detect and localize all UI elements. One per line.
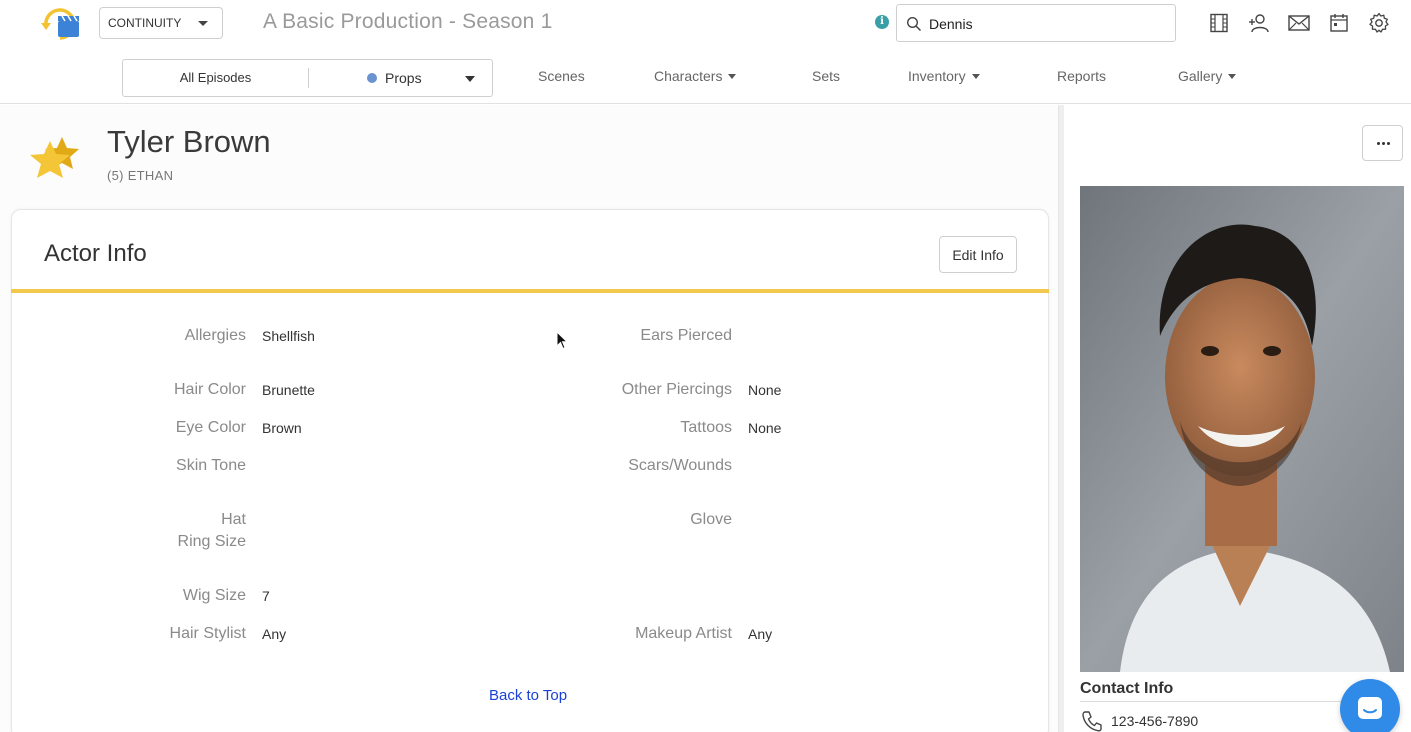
field-label-allergies: Allergies	[184, 327, 246, 344]
dot	[1387, 142, 1390, 145]
chat-icon	[1358, 697, 1382, 719]
actor-headshot[interactable]	[1080, 186, 1404, 672]
nav-inventory[interactable]: Inventory	[908, 68, 980, 84]
field-value-tattoos: None	[748, 420, 782, 436]
nav-sets-label: Sets	[812, 68, 841, 84]
nav-gallery-label: Gallery	[1178, 68, 1223, 84]
filter-divider	[308, 68, 309, 88]
field-label-hat: Hat	[221, 511, 246, 528]
contact-info-heading: Contact Info	[1080, 680, 1174, 697]
contact-divider	[1080, 701, 1360, 702]
field-label-glove: Glove	[690, 511, 732, 528]
phone-icon	[1082, 711, 1102, 732]
field-value-other-piercings: None	[748, 382, 782, 398]
search-icon	[906, 16, 922, 32]
dot	[1382, 142, 1385, 145]
department-color-dot	[367, 73, 377, 83]
top-bar: CONTINUITY A Basic Production - Season 1…	[0, 0, 1411, 46]
field-label-scars-wounds: Scars/Wounds	[628, 457, 732, 474]
field-label-ring-size: Ring Size	[177, 533, 246, 550]
chevron-down-icon	[1228, 73, 1237, 79]
actor-name: Tyler Brown	[107, 124, 271, 159]
field-value-eye-color: Brown	[262, 420, 302, 436]
filter-selector[interactable]: All Episodes Props	[122, 59, 493, 97]
card-title: Actor Info	[44, 240, 147, 267]
field-value-makeup-artist: Any	[748, 626, 773, 642]
nav-characters[interactable]: Characters	[654, 68, 737, 84]
nav-sets[interactable]: Sets	[812, 68, 840, 84]
back-to-top-link[interactable]: Back to Top	[489, 687, 567, 704]
top-icon-group	[1206, 10, 1392, 36]
nav-bar: All Episodes Props Scenes Characters Set…	[0, 46, 1411, 104]
field-label-wig-size: Wig Size	[182, 587, 246, 604]
character-role: (5) ETHAN	[107, 168, 174, 183]
field-label-eye-color: Eye Color	[175, 419, 246, 436]
info-icon[interactable]: i	[875, 15, 889, 29]
episode-filter[interactable]: All Episodes	[123, 60, 308, 96]
field-label-makeup-artist: Makeup Artist	[635, 625, 732, 642]
app-logo-icon[interactable]	[40, 4, 82, 42]
field-value-hair-color: Brunette	[262, 382, 315, 398]
mail-icon[interactable]	[1286, 10, 1312, 36]
department-filter[interactable]: Props	[385, 60, 422, 96]
nav-inventory-label: Inventory	[908, 68, 966, 84]
actor-side-panel: Contact Info 123-456-7890	[1064, 105, 1411, 732]
phone-number[interactable]: 123-456-7890	[1111, 713, 1198, 729]
edit-info-button[interactable]: Edit Info	[939, 236, 1017, 273]
field-value-wig-size: 7	[262, 588, 270, 604]
field-label-skin-tone: Skin Tone	[176, 457, 246, 474]
field-label-tattoos: Tattoos	[680, 419, 732, 436]
settings-gear-icon[interactable]	[1366, 10, 1392, 36]
chevron-down-icon	[971, 73, 980, 79]
nav-reports-label: Reports	[1057, 68, 1107, 84]
field-value-hair-stylist: Any	[262, 626, 287, 642]
nav-scenes-label: Scenes	[538, 68, 585, 84]
film-strip-icon[interactable]	[1206, 10, 1232, 36]
field-label-ears-pierced: Ears Pierced	[640, 327, 732, 344]
search-field[interactable]	[896, 4, 1176, 42]
calendar-icon[interactable]	[1326, 10, 1352, 36]
field-label-hair-stylist: Hair Stylist	[169, 625, 246, 642]
dot	[1377, 142, 1380, 145]
field-label-hair-color: Hair Color	[173, 381, 246, 398]
module-select[interactable]: CONTINUITY	[99, 7, 223, 39]
chat-support-button[interactable]	[1340, 679, 1400, 732]
add-person-icon[interactable]	[1246, 10, 1272, 36]
mouse-cursor-icon	[556, 331, 568, 350]
field-label-other-piercings: Other Piercings	[621, 381, 732, 398]
chevron-down-icon[interactable]	[465, 76, 475, 82]
nav-scenes[interactable]: Scenes	[538, 68, 585, 84]
chevron-down-icon	[728, 73, 737, 79]
field-value-allergies: Shellfish	[262, 328, 315, 344]
chevron-down-icon	[198, 21, 208, 26]
star-icon[interactable]	[26, 135, 84, 185]
card-accent-rule	[11, 289, 1049, 293]
production-title: A Basic Production - Season 1	[263, 10, 553, 33]
module-select-label: CONTINUITY	[108, 16, 182, 30]
nav-characters-label: Characters	[654, 68, 723, 84]
search-input[interactable]	[929, 13, 1169, 35]
actor-info-card: Actor Info Edit Info Allergies Shellfish…	[11, 209, 1049, 732]
more-options-button[interactable]	[1362, 125, 1403, 161]
nav-gallery[interactable]: Gallery	[1178, 68, 1237, 84]
nav-reports[interactable]: Reports	[1057, 68, 1106, 84]
